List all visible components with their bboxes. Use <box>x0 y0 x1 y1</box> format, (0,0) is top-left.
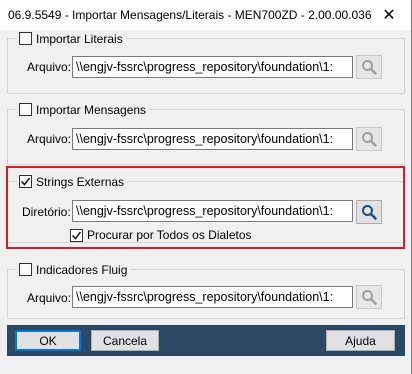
arquivo-label: Arquivo: <box>27 291 72 305</box>
checkbox-label: Procurar por Todos os Dialetos <box>87 228 252 242</box>
checkbox-importar-literais[interactable]: Importar Literais <box>17 30 126 47</box>
group-indicadores-fluig: Indicadores Fluig Arquivo: \\engjv-fssrc… <box>7 261 405 319</box>
diretorio-label: Diretório: <box>22 205 71 219</box>
arquivo-input[interactable]: \\engjv-fssrc\progress_repository\founda… <box>72 128 353 150</box>
checkbox-indicadores-fluig[interactable]: Indicadores Fluig <box>17 261 131 278</box>
search-icon <box>362 290 377 305</box>
window-title: 06.9.5549 - Importar Mensagens/Literais … <box>8 8 372 22</box>
checkbox-label: Importar Literais <box>36 31 123 46</box>
group-importar-mensagens: Importar Mensagens Arquivo: \\engjv-fssr… <box>7 101 405 165</box>
search-icon <box>362 132 377 147</box>
arquivo-label: Arquivo: <box>27 60 72 74</box>
close-button[interactable]: ✕ <box>366 0 412 30</box>
help-button[interactable]: Ajuda <box>326 330 395 351</box>
checkbox-box[interactable] <box>19 263 32 276</box>
button-bar: OK Cancela Ajuda <box>7 325 405 356</box>
ok-button[interactable]: OK <box>15 330 81 351</box>
title-bar: 06.9.5549 - Importar Mensagens/Literais … <box>0 0 412 30</box>
diretorio-input[interactable]: \\engjv-fssrc\progress_repository\founda… <box>72 200 353 222</box>
checkbox-box[interactable] <box>19 103 32 116</box>
checkbox-procurar-dialetos[interactable]: Procurar por Todos os Dialetos <box>70 228 252 242</box>
checkbox-strings-externas[interactable]: Strings Externas <box>17 173 128 190</box>
checkmark-icon <box>20 177 31 186</box>
group-strings-externas: Strings Externas Diretório: \\engjv-fssr… <box>7 173 405 243</box>
search-button[interactable] <box>356 200 382 224</box>
checkbox-label: Indicadores Fluig <box>36 262 128 277</box>
checkbox-label: Importar Mensagens <box>36 102 147 117</box>
close-icon: ✕ <box>382 7 396 24</box>
search-button[interactable] <box>356 285 382 309</box>
checkbox-box[interactable] <box>19 32 32 45</box>
arquivo-input[interactable]: \\engjv-fssrc\progress_repository\founda… <box>72 286 353 308</box>
group-importar-literais: Importar Literais Arquivo: \\engjv-fssrc… <box>7 30 405 94</box>
search-icon <box>362 205 377 220</box>
search-button[interactable] <box>356 127 382 151</box>
search-icon <box>362 60 377 75</box>
cancel-button[interactable]: Cancela <box>91 330 159 351</box>
checkbox-label: Strings Externas <box>36 174 125 189</box>
checkmark-icon <box>71 231 82 240</box>
checkbox-box[interactable] <box>70 228 83 242</box>
search-button[interactable] <box>356 55 382 79</box>
checkbox-importar-mensagens[interactable]: Importar Mensagens <box>17 101 150 118</box>
arquivo-label: Arquivo: <box>27 132 72 146</box>
checkbox-box[interactable] <box>19 175 32 188</box>
arquivo-input[interactable]: \\engjv-fssrc\progress_repository\founda… <box>72 56 353 78</box>
